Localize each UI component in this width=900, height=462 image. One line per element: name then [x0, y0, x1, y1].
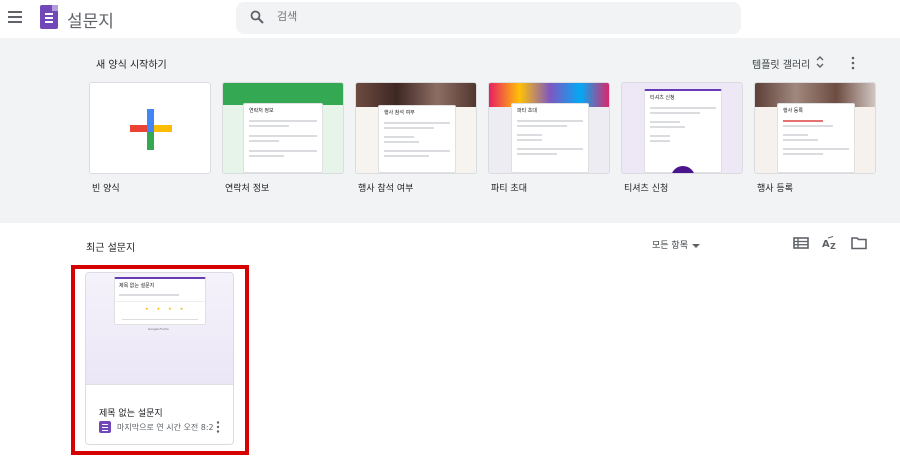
recent-form-title[interactable]: 제목 없는 설문지 [99, 406, 163, 419]
template-event-registration[interactable]: 행사 등록 [754, 82, 876, 174]
recent-form-card[interactable]: 제목 없는 설문지 ★★★★ Google Forms 제목 없는 설문지 마지… [85, 272, 234, 445]
template-rsvp[interactable]: 행사 참석 여부 [355, 82, 477, 174]
template-tshirt-signup[interactable]: 티셔츠 신청 [621, 82, 743, 174]
folder-icon[interactable] [851, 236, 867, 250]
form-preview-card: 제목 없는 설문지 ★★★★ [114, 277, 206, 325]
svg-text:Z: Z [830, 242, 836, 250]
form-preview-title: 제목 없는 설문지 [119, 283, 155, 289]
template-label[interactable]: 파티 초대 [491, 181, 527, 194]
template-form-preview: 티셔츠 신청 [644, 89, 722, 173]
template-label[interactable]: 빈 양식 [92, 181, 120, 194]
search-icon[interactable] [250, 10, 264, 24]
forms-file-icon [99, 421, 111, 433]
owner-filter-dropdown[interactable]: 모든 항목 [652, 238, 700, 251]
recent-forms-title: 최근 설문지 [86, 243, 136, 254]
recent-form-thumbnail: 제목 없는 설문지 ★★★★ Google Forms [86, 273, 233, 385]
search-bar[interactable] [236, 2, 741, 34]
template-form-preview: 행사 등록 [777, 103, 855, 173]
template-form-preview: 행사 참석 여부 [378, 105, 456, 173]
template-section: 새 양식 시작하기 템플릿 갤러리 빈 양식 연락처 정보 연락처 정보 행사 … [0, 38, 900, 223]
tshirt-image [671, 166, 695, 173]
template-thumb-title: 행사 등록 [783, 108, 803, 114]
template-section-title: 새 양식 시작하기 [96, 60, 167, 71]
template-party-invite[interactable]: 파티 초대 [488, 82, 610, 174]
forms-logo-icon[interactable] [40, 5, 58, 29]
owner-filter-label: 모든 항목 [652, 241, 688, 251]
unfold-icon[interactable] [815, 54, 825, 70]
more-vert-icon[interactable] [216, 421, 220, 433]
svg-text:A: A [822, 239, 830, 250]
main-menu-icon[interactable] [8, 11, 22, 23]
sort-az-icon[interactable]: A Z [822, 236, 838, 250]
template-label[interactable]: 행사 등록 [757, 181, 793, 194]
template-label[interactable]: 행사 참석 여부 [358, 181, 413, 194]
top-bar: 설문지 [0, 0, 900, 38]
form-preview-footer: Google Forms [148, 327, 169, 331]
template-label[interactable]: 연락처 정보 [225, 181, 269, 194]
plus-icon [130, 109, 172, 150]
more-vert-icon[interactable] [848, 56, 858, 70]
template-thumb-title: 연락처 정보 [249, 108, 274, 114]
template-blank[interactable] [89, 82, 211, 174]
template-contact-info[interactable]: 연락처 정보 [222, 82, 344, 174]
rating-stars-icon: ★★★★ [145, 306, 192, 311]
template-thumb-title: 행사 참석 여부 [384, 110, 415, 116]
template-thumb-title: 티셔츠 신청 [650, 95, 675, 101]
template-gallery-button[interactable]: 템플릿 갤러리 [752, 56, 810, 71]
dropdown-arrow-icon [691, 243, 700, 248]
template-form-preview: 연락처 정보 [243, 103, 323, 173]
search-input[interactable] [277, 10, 577, 23]
app-title[interactable]: 설문지 [67, 7, 114, 32]
last-opened-text: 마지막으로 연 시간 오전 8:2 [117, 423, 214, 432]
template-thumb-title: 파티 초대 [517, 108, 537, 114]
list-view-icon[interactable] [793, 236, 809, 250]
template-form-preview: 파티 초대 [511, 103, 589, 173]
template-header-image [356, 83, 476, 107]
template-label[interactable]: 티셔츠 신청 [624, 181, 668, 194]
template-header-image [223, 83, 343, 105]
